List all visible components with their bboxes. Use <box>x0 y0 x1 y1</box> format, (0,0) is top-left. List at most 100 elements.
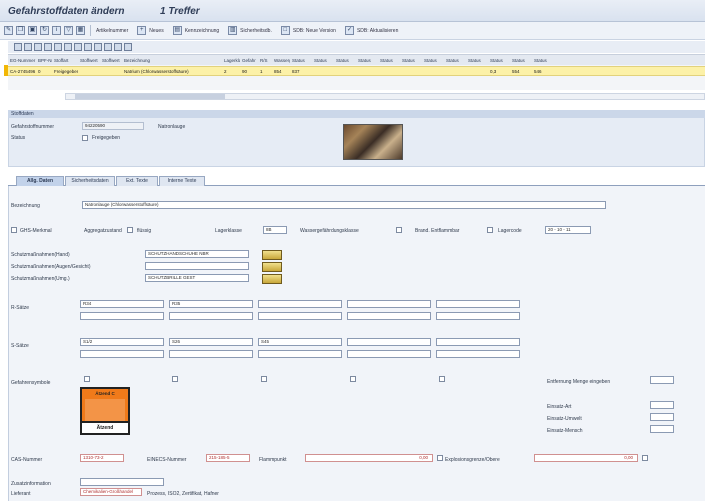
wassergef-checkbox[interactable] <box>396 227 402 233</box>
info-icon[interactable]: i <box>52 26 61 35</box>
schutz-augen-input[interactable] <box>145 262 249 270</box>
sort-desc-icon[interactable] <box>34 43 42 51</box>
copy-icon[interactable]: ❐ <box>16 26 25 35</box>
sum-icon[interactable] <box>64 43 72 51</box>
flammpunkt-input[interactable]: 0,00 <box>305 454 433 462</box>
s-satz-input[interactable] <box>347 338 431 346</box>
col-header[interactable]: Stoffwert <box>100 58 122 63</box>
r-satz-input[interactable] <box>436 312 520 320</box>
r-satz-input[interactable]: R35 <box>169 300 253 308</box>
col-header[interactable]: Status <box>488 58 510 63</box>
einsatz-art-input[interactable] <box>650 401 674 409</box>
row-selector[interactable] <box>4 65 8 76</box>
search-help-button[interactable] <box>262 274 282 284</box>
toolbar-item-sicherheitsdb[interactable]: Sicherheitsdb. <box>240 28 272 34</box>
sdb-icon[interactable]: ▥ <box>228 26 238 35</box>
col-header[interactable]: Bezeichnung <box>122 58 222 63</box>
r-satz-input[interactable] <box>347 300 431 308</box>
lagerklasse-input[interactable]: 8B <box>263 226 287 234</box>
tab-ext-texts[interactable]: Ext. Texte <box>116 176 158 186</box>
table-row[interactable]: CA-2745496 0 Freigegeben Natrium (Chlorw… <box>8 66 705 76</box>
version-icon[interactable]: □ <box>280 26 290 35</box>
col-header[interactable]: Status <box>466 58 488 63</box>
toolbar-item-new-version[interactable]: SDB: Neue Version <box>293 28 336 34</box>
update-icon[interactable]: ✓ <box>344 26 354 35</box>
toolbar-item-artikel[interactable]: Artikelnummer <box>96 28 128 34</box>
tab-int-texts[interactable]: Interne Texte <box>159 176 205 186</box>
symbol-checkbox[interactable] <box>261 376 267 382</box>
explosion-input[interactable]: 0,00 <box>534 454 638 462</box>
col-header[interactable]: Stoffart <box>52 58 78 63</box>
sort-asc-icon[interactable] <box>24 43 32 51</box>
r-satz-input[interactable] <box>80 312 164 320</box>
symbol-checkbox[interactable] <box>172 376 178 382</box>
r-satz-input[interactable] <box>436 300 520 308</box>
col-header[interactable]: Status <box>356 58 378 63</box>
r-satz-input[interactable] <box>347 312 431 320</box>
layout-icon[interactable] <box>104 43 112 51</box>
save-icon[interactable]: ▣ <box>28 26 37 35</box>
explosion-checkbox[interactable] <box>642 455 648 461</box>
einsatz-mensch-input[interactable] <box>650 425 674 433</box>
s-satz-input[interactable] <box>436 350 520 358</box>
s-satz-input[interactable]: S45 <box>258 338 342 346</box>
tab-safety[interactable]: Sicherheitsdaten <box>65 176 115 186</box>
filter-icon[interactable]: ▽ <box>64 26 73 35</box>
s-satz-input[interactable]: S26 <box>169 338 253 346</box>
edit-icon[interactable]: ✎ <box>4 26 13 35</box>
r-satz-input[interactable] <box>258 300 342 308</box>
schutz-hand-input[interactable]: SCHUTZHANDSCHUHE NBR <box>145 250 249 258</box>
col-header[interactable]: Status <box>422 58 444 63</box>
einsatz-umwelt-input[interactable] <box>650 413 674 421</box>
r-satz-input[interactable] <box>169 312 253 320</box>
number-field[interactable]: 94220590 <box>82 122 144 130</box>
r-satz-input[interactable]: R34 <box>80 300 164 308</box>
s-satz-input[interactable] <box>258 350 342 358</box>
aggregat-checkbox[interactable] <box>127 227 133 233</box>
lagercode-input[interactable]: 20 - 10 - 11 <box>545 226 591 234</box>
subtotal-icon[interactable] <box>74 43 82 51</box>
einecs-input[interactable]: 215-185-5 <box>206 454 250 462</box>
col-header[interactable]: Lagerklasse <box>222 58 240 63</box>
find-icon[interactable] <box>44 43 52 51</box>
r-satz-input[interactable] <box>258 312 342 320</box>
search-help-button[interactable] <box>262 262 282 272</box>
schutz-umg-input[interactable]: SCHUTZBRILLE GEST <box>145 274 249 282</box>
cas-input[interactable]: 1310-73-2 <box>80 454 124 462</box>
col-header[interactable]: Stoffwert <box>78 58 100 63</box>
col-header[interactable]: Status <box>334 58 356 63</box>
col-header[interactable]: Wassergef. <box>272 58 290 63</box>
s-satz-input[interactable]: S1/2 <box>80 338 164 346</box>
status-checkbox[interactable] <box>82 135 88 141</box>
s-satz-input[interactable] <box>347 350 431 358</box>
toolbar-item-neu[interactable]: Neues <box>149 28 163 34</box>
entfernung-input[interactable] <box>650 376 674 384</box>
col-header[interactable]: R/S <box>258 58 272 63</box>
s-satz-input[interactable] <box>169 350 253 358</box>
symbol-checkbox[interactable] <box>84 376 90 382</box>
col-header[interactable]: Status <box>290 58 312 63</box>
col-header[interactable]: Status <box>312 58 334 63</box>
toolbar-item-kennzeichnung[interactable]: Kennzeichnung <box>185 28 219 34</box>
tab-general[interactable]: Allg. Daten <box>16 176 64 186</box>
new-icon[interactable]: + <box>137 26 147 35</box>
refresh-icon[interactable]: ↻ <box>40 26 49 35</box>
s-satz-input[interactable] <box>436 338 520 346</box>
col-header[interactable]: BPF-Nr. <box>36 58 52 63</box>
print-icon[interactable] <box>84 43 92 51</box>
bezeichnung-input[interactable]: Natronlauge (Chlorwasserstoffsäure) <box>82 201 606 209</box>
search-help-button[interactable] <box>262 250 282 260</box>
col-header[interactable]: Status <box>400 58 422 63</box>
zusatz-input[interactable] <box>80 478 164 486</box>
grid-icon[interactable]: ▦ <box>76 26 85 35</box>
symbol-checkbox[interactable] <box>350 376 356 382</box>
chart-icon[interactable] <box>114 43 122 51</box>
col-header[interactable]: EG-Nummer <box>8 58 36 63</box>
label-icon[interactable]: ▤ <box>172 26 182 35</box>
col-header[interactable]: Status <box>444 58 466 63</box>
symbol-checkbox[interactable] <box>439 376 445 382</box>
ghs-checkbox[interactable] <box>11 227 17 233</box>
flammpunkt-checkbox[interactable] <box>437 455 443 461</box>
toolbar-item-update[interactable]: SDB: Aktualisieren <box>357 28 398 34</box>
select-all-icon[interactable] <box>14 43 22 51</box>
